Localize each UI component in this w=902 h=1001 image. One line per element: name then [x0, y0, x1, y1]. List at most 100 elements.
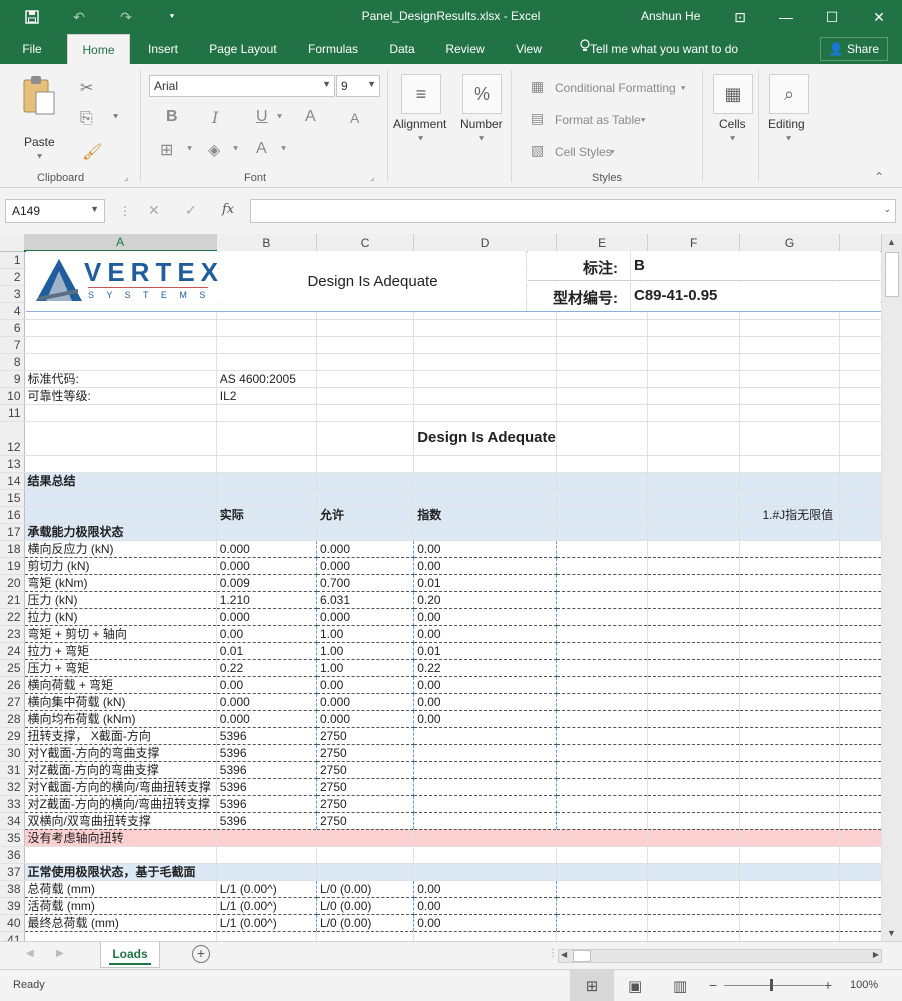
index-value[interactable]: 0.00	[413, 608, 557, 626]
check-label[interactable]: 压力 (kN)	[24, 591, 217, 609]
column-header[interactable]: G	[739, 234, 841, 252]
cell[interactable]	[739, 523, 841, 541]
cell[interactable]	[413, 863, 557, 881]
cell[interactable]	[413, 336, 557, 354]
zoom-level[interactable]: 100%	[850, 979, 878, 991]
cell[interactable]	[739, 421, 841, 456]
row-header[interactable]: 7	[0, 336, 25, 354]
cell[interactable]	[556, 387, 649, 405]
cell[interactable]	[556, 863, 649, 881]
allowed-value[interactable]: 0.000	[316, 557, 415, 575]
cell[interactable]	[413, 489, 557, 507]
allowed-value[interactable]: L/0 (0.00)	[316, 880, 415, 898]
cell[interactable]	[647, 795, 740, 813]
cell[interactable]	[316, 931, 415, 941]
cell[interactable]	[556, 642, 649, 660]
row-header[interactable]: 38	[0, 880, 25, 898]
check-label[interactable]: 弯矩 (kNm)	[24, 574, 217, 592]
collapse-ribbon-icon[interactable]: ⌃	[874, 170, 884, 184]
number-button[interactable]: Number	[460, 117, 503, 131]
column-header[interactable]	[839, 234, 882, 252]
cell[interactable]	[24, 421, 217, 456]
column-header[interactable]: D	[413, 234, 557, 252]
cell[interactable]	[839, 404, 882, 422]
cell[interactable]	[556, 506, 649, 524]
cell[interactable]	[556, 608, 649, 626]
cell[interactable]	[556, 931, 649, 941]
cell[interactable]	[216, 353, 318, 371]
cell[interactable]	[24, 506, 217, 524]
cell[interactable]	[739, 931, 841, 941]
cell[interactable]	[413, 846, 557, 864]
row-header[interactable]: 40	[0, 914, 25, 932]
cell[interactable]	[739, 319, 841, 337]
cell[interactable]	[739, 472, 841, 490]
zoom-slider-handle[interactable]	[770, 979, 773, 991]
index-value[interactable]	[413, 744, 557, 762]
row-header[interactable]: 2	[0, 268, 25, 286]
status-big[interactable]: Design Is Adequate	[413, 421, 557, 456]
cell[interactable]	[739, 778, 841, 796]
row-header[interactable]: 18	[0, 540, 25, 558]
allowed-value[interactable]: 2750	[316, 761, 415, 779]
close-button[interactable]: ✕	[856, 0, 902, 34]
allowed-value[interactable]: 2750	[316, 812, 415, 830]
cell[interactable]	[647, 812, 740, 830]
cell[interactable]	[647, 744, 740, 762]
check-label[interactable]: 对Y截面-方向的横向/弯曲扭转支撑	[24, 778, 217, 796]
actual-value[interactable]: L/1 (0.00^)	[216, 880, 318, 898]
chevron-down-icon[interactable]: ▼	[90, 204, 99, 214]
cell[interactable]	[839, 591, 882, 609]
cell[interactable]	[647, 897, 740, 915]
cell[interactable]	[413, 353, 557, 371]
cell[interactable]	[647, 676, 740, 694]
cell[interactable]	[739, 353, 841, 371]
cell[interactable]	[556, 795, 649, 813]
check-label[interactable]: 压力 + 弯矩	[24, 659, 217, 677]
cell[interactable]	[839, 897, 882, 915]
cell[interactable]	[647, 591, 740, 609]
font-color-button[interactable]: A	[256, 140, 267, 158]
cell[interactable]	[739, 642, 841, 660]
allowed-value[interactable]: 2750	[316, 727, 415, 745]
index-value[interactable]: 0.00	[413, 676, 557, 694]
copy-icon[interactable]: ⎘	[80, 110, 93, 128]
row-header[interactable]: 17	[0, 523, 25, 541]
column-header[interactable]: B	[216, 234, 318, 252]
cell[interactable]	[647, 914, 740, 932]
rel-label[interactable]: 可靠性等级:	[24, 387, 217, 405]
cell[interactable]	[739, 761, 841, 779]
index-value[interactable]	[413, 795, 557, 813]
cell[interactable]	[556, 404, 649, 422]
actual-value[interactable]: 0.000	[216, 557, 318, 575]
cell[interactable]	[216, 455, 318, 473]
select-all-corner[interactable]	[0, 234, 25, 252]
cell[interactable]	[647, 489, 740, 507]
cell[interactable]	[839, 336, 882, 354]
check-label[interactable]: 弯矩 + 剪切 + 轴向	[24, 625, 217, 643]
cell[interactable]	[556, 489, 649, 507]
cs-dropdown-icon[interactable]: ⯆	[609, 148, 615, 158]
bold-button[interactable]: B	[166, 108, 178, 126]
borders-dropdown-icon[interactable]: ⯆	[186, 144, 193, 155]
cell[interactable]	[739, 625, 841, 643]
cell[interactable]	[739, 404, 841, 422]
allowed-value[interactable]: 0.700	[316, 574, 415, 592]
prev-sheet-icon[interactable]: ◀	[26, 948, 34, 959]
cell[interactable]	[647, 625, 740, 643]
cell[interactable]	[556, 693, 649, 711]
cell[interactable]	[316, 353, 415, 371]
check-label[interactable]: 拉力 + 弯矩	[24, 642, 217, 660]
cells-dropdown-icon[interactable]: ⯆	[729, 134, 736, 145]
next-sheet-icon[interactable]: ▶	[56, 948, 64, 959]
normal-view-icon[interactable]: ⊞	[570, 970, 614, 1001]
row-header[interactable]: 34	[0, 812, 25, 830]
cell[interactable]	[24, 931, 217, 941]
row-header[interactable]: 22	[0, 608, 25, 626]
cell[interactable]	[839, 761, 882, 779]
cell[interactable]	[556, 625, 649, 643]
cell[interactable]	[839, 557, 882, 575]
allowed-value[interactable]: 0.000	[316, 710, 415, 728]
formula-input[interactable]: ⌄	[250, 199, 896, 223]
check-label[interactable]: 横向反应力 (kN)	[24, 540, 217, 558]
